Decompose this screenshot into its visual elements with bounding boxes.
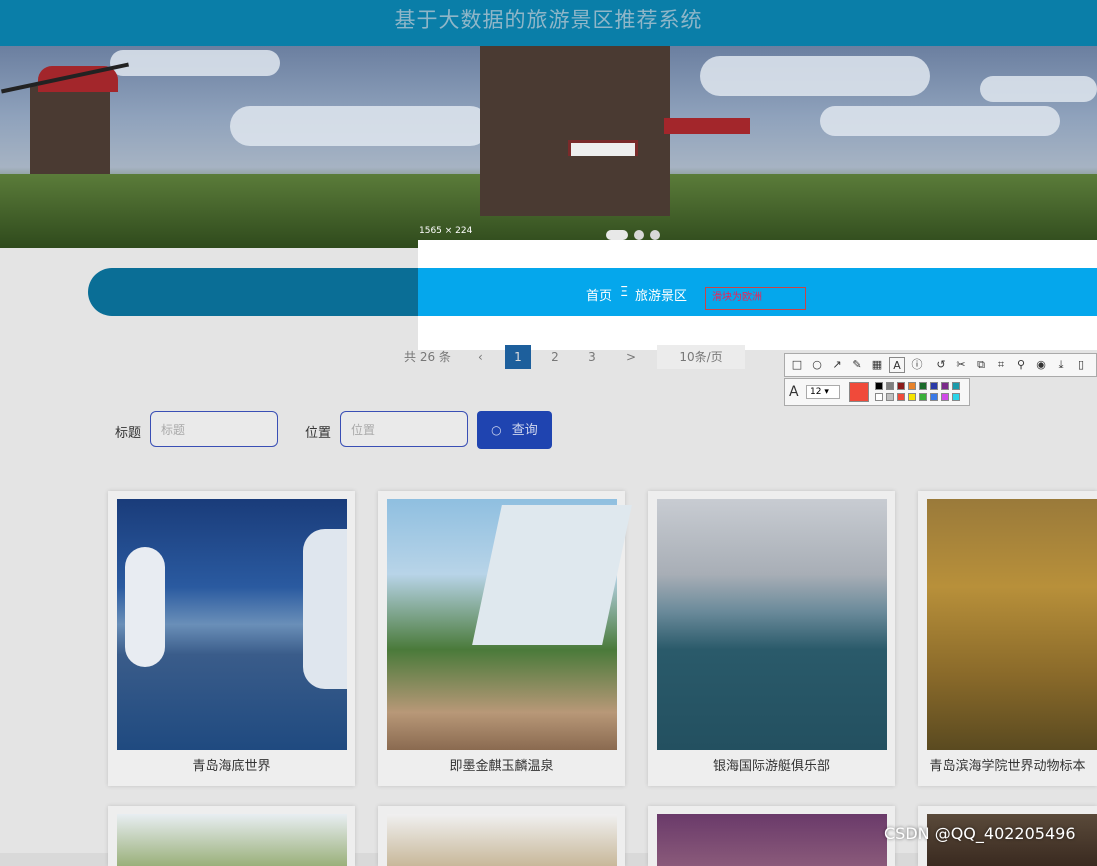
csdn-watermark: CSDN @QQ_402205496 [884,824,1076,843]
query-button[interactable]: ○ 查询 [477,411,552,449]
scenic-image [927,499,1097,750]
font-size-value: 12 [810,387,822,397]
selection-size-label: 1565 × 224 [419,226,473,236]
text-icon[interactable]: A [889,357,905,373]
text-style-toolbar: A 12 ▾ [784,378,970,406]
ocr-icon[interactable]: ⌗ [993,357,1009,373]
color-swatch[interactable] [930,393,938,401]
color-swatch[interactable] [941,382,949,390]
font-icon: A [789,384,799,400]
site-title: 基于大数据的旅游景区推荐系统 [394,8,703,32]
cloud-shape [700,56,930,96]
page-1[interactable]: 1 [505,345,531,369]
mosaic-icon[interactable]: ▦ [869,357,885,373]
windmill-center-base [480,156,670,216]
page-3[interactable]: 3 [579,345,605,369]
penguin-shape [303,529,347,689]
scenic-card[interactable]: 青岛海底世界 [108,491,355,786]
color-swatch[interactable] [919,382,927,390]
cloud-shape [110,50,280,76]
search-icon: ○ [491,423,502,437]
color-swatch[interactable] [897,393,905,401]
color-swatch[interactable] [875,393,883,401]
color-swatch[interactable] [919,393,927,401]
pagination-total: 共 26 条 [404,350,451,364]
screenshot-toolbar: □ ○ ↗ ✎ ▦ A ⓘ ↺ ✂ ⧉ ⌗ ⚲ ◉ ⤓ ▯ [784,353,1097,377]
page-2[interactable]: 2 [542,345,568,369]
pin-icon[interactable]: ⚲ [1013,357,1029,373]
nav-home-link[interactable]: 首页 [586,285,612,304]
windmill-roof [664,118,750,134]
scenic-name: 即墨金麒玉麟温泉 [449,759,554,774]
color-swatch[interactable] [930,382,938,390]
scenic-card[interactable]: 青岛滨海学院世界动物标本 [918,491,1097,786]
carousel-dot[interactable] [650,229,660,240]
scenic-image [657,814,887,866]
number-icon[interactable]: ⓘ [909,357,925,373]
text-annotation-box[interactable]: 滑块为欧洲 [705,287,806,310]
hero-banner [0,46,1097,248]
undo-icon[interactable]: ↺ [933,357,949,373]
color-swatch[interactable] [886,393,894,401]
pagination-prev[interactable]: ‹ [478,345,483,369]
building-shape [472,505,632,645]
font-size-select[interactable]: 12 ▾ [806,385,840,399]
scenic-name: 银海国际游艇俱乐部 [712,759,830,774]
scenic-card[interactable] [108,806,355,866]
rectangle-icon[interactable]: □ [789,357,805,373]
color-swatch[interactable] [941,393,949,401]
scenic-name: 青岛滨海学院世界动物标本 [929,759,1086,774]
color-swatch[interactable] [952,382,960,390]
page-size-select[interactable]: 10条/页 [657,345,745,369]
scenic-image [657,499,887,750]
cloud-shape [820,106,1060,136]
nav-separator: Ξ [620,285,629,300]
ellipse-icon[interactable]: ○ [809,357,825,373]
scenic-card[interactable]: 银海国际游艇俱乐部 [648,491,895,786]
windmill-left [30,86,110,176]
color-swatch[interactable] [908,393,916,401]
phone-icon[interactable]: ▯ [1073,357,1089,373]
scenic-image [387,814,617,866]
scenic-card[interactable] [378,806,625,866]
pagination-next[interactable]: > [626,345,636,369]
cloud-shape [230,106,490,146]
save-icon[interactable]: ⤓ [1053,357,1069,373]
arrow-icon[interactable]: ↗ [829,357,845,373]
active-color-swatch[interactable] [849,382,869,402]
scenic-image [117,814,347,866]
cut-icon[interactable]: ✂ [953,357,969,373]
color-swatch[interactable] [897,382,905,390]
carousel-dot[interactable] [634,229,644,240]
pen-icon[interactable]: ✎ [849,357,865,373]
carousel-dot[interactable] [606,229,628,240]
location-label: 位置 [305,426,332,441]
query-button-label: 查询 [511,423,538,438]
nav-scenic-link[interactable]: 旅游景区 [635,285,687,304]
color-swatch[interactable] [908,382,916,390]
color-swatch[interactable] [952,393,960,401]
scenic-image [117,499,347,750]
scenic-image [387,499,632,750]
scenic-card[interactable] [648,806,895,866]
title-input[interactable]: 标题 [150,411,278,447]
title-label: 标题 [115,426,142,441]
location-input[interactable]: 位置 [340,411,468,447]
record-icon[interactable]: ◉ [1033,357,1049,373]
color-swatch[interactable] [875,382,883,390]
site-header: 基于大数据的旅游景区推荐系统 [0,0,1097,46]
color-swatch[interactable] [886,382,894,390]
scenic-card[interactable]: 即墨金麒玉麟温泉 [378,491,632,786]
scenic-name: 青岛海底世界 [192,759,271,774]
copy-icon[interactable]: ⧉ [973,357,989,373]
penguin-shape [125,547,165,667]
cloud-shape [980,76,1097,102]
